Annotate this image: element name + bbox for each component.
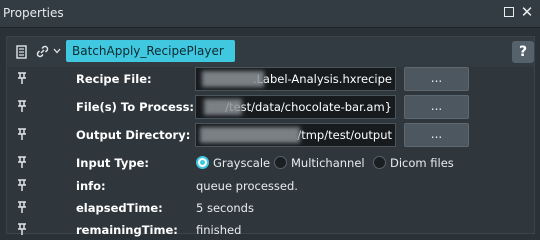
- pin-icon[interactable]: [17, 100, 27, 113]
- output-directory-field[interactable]: /tmp/test/output: [195, 123, 396, 147]
- files-to-process-value: /test/data/chocolate-bar.am}: [225, 100, 392, 114]
- recipe-file-value: .Label-Analysis.hxrecipe: [252, 72, 392, 86]
- recipe-file-row: Recipe File: .Label-Analysis.hxrecipe ..…: [7, 67, 534, 93]
- properties-panel: BatchApply_RecipePlayer ? Recipe File: .…: [6, 36, 535, 237]
- output-directory-label: Output Directory:: [76, 128, 191, 142]
- radio-unselected-icon[interactable]: [274, 156, 287, 169]
- files-to-process-field[interactable]: /test/data/chocolate-bar.am}: [195, 95, 396, 119]
- pin-icon[interactable]: [17, 128, 27, 141]
- info-label: info:: [76, 179, 106, 193]
- pin-icon[interactable]: [17, 179, 27, 192]
- output-directory-row: Output Directory: /tmp/test/output ...: [7, 123, 534, 149]
- remaining-time-row: remainingTime: finished: [7, 218, 534, 240]
- module-icon[interactable]: [16, 45, 28, 59]
- close-icon[interactable]: ✕: [520, 5, 534, 20]
- pin-icon[interactable]: [17, 156, 27, 169]
- radio-selected-icon[interactable]: [196, 156, 209, 169]
- input-type-label: Input Type:: [76, 156, 149, 170]
- window-title: Properties: [3, 6, 64, 20]
- recipe-file-label: Recipe File:: [76, 72, 152, 86]
- remaining-time-label: remainingTime:: [76, 223, 178, 237]
- remaining-time-value: finished: [196, 223, 242, 237]
- info-value: queue processed.: [196, 179, 298, 193]
- files-to-process-browse-button[interactable]: ...: [404, 95, 469, 119]
- float-icon[interactable]: [502, 5, 516, 19]
- link-icon[interactable]: [36, 45, 49, 58]
- module-header: BatchApply_RecipePlayer ?: [7, 37, 534, 67]
- radio-unselected-icon[interactable]: [373, 156, 386, 169]
- module-name-badge[interactable]: BatchApply_RecipePlayer: [66, 40, 235, 62]
- pin-icon[interactable]: [17, 201, 27, 214]
- elapsed-time-value: 5 seconds: [196, 201, 254, 215]
- files-to-process-label: File(s) To Process:: [76, 100, 195, 114]
- output-directory-browse-button[interactable]: ...: [404, 123, 469, 147]
- files-to-process-row: File(s) To Process: /test/data/chocolate…: [7, 95, 534, 121]
- pin-icon[interactable]: [17, 223, 27, 236]
- pin-icon[interactable]: [17, 72, 27, 85]
- recipe-file-browse-button[interactable]: ...: [404, 67, 469, 91]
- output-directory-value: /tmp/test/output: [297, 128, 392, 142]
- elapsed-time-label: elapsedTime:: [76, 201, 163, 215]
- recipe-file-field[interactable]: .Label-Analysis.hxrecipe: [195, 67, 396, 91]
- help-button[interactable]: ?: [512, 41, 534, 63]
- title-bar: Properties ✕: [0, 0, 540, 28]
- chevron-down-icon[interactable]: [53, 48, 61, 54]
